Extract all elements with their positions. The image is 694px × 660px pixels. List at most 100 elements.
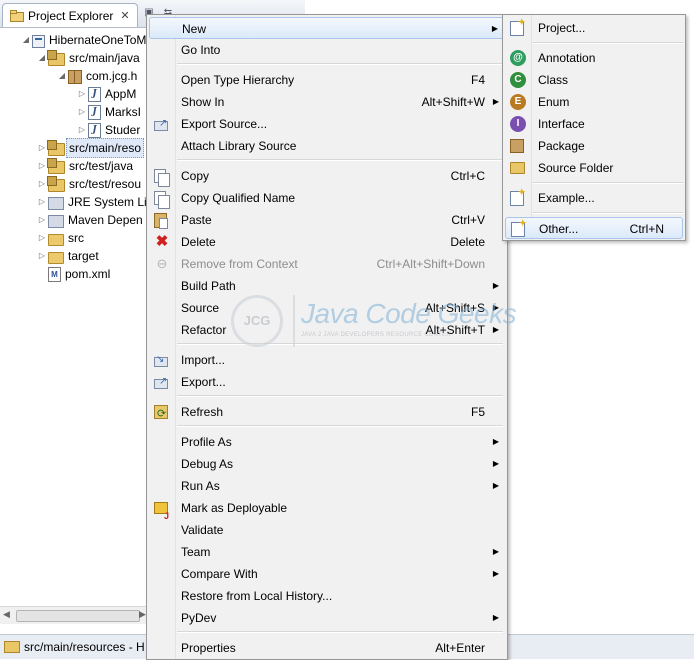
- menu-item-copy[interactable]: Copy Ctrl+C: [149, 165, 505, 187]
- tab-project-explorer[interactable]: Project Explorer ✕: [2, 3, 138, 27]
- menu-item-team[interactable]: Team ▶: [149, 541, 505, 563]
- submenu-item-class[interactable]: C Class: [505, 69, 683, 91]
- menu-item-copy-qualified-name[interactable]: Copy Qualified Name: [149, 187, 505, 209]
- tree-item-pom[interactable]: M pom.xml: [36, 265, 110, 283]
- collapse-arrow-icon[interactable]: ◢: [56, 67, 68, 85]
- menu-item-paste[interactable]: Paste Ctrl+V: [149, 209, 505, 231]
- menu-item-open-type-hierarchy[interactable]: Open Type Hierarchy F4: [149, 69, 505, 91]
- remove-from-context-icon: ⊖: [156, 256, 168, 271]
- submenu-item-source-folder[interactable]: Source Folder: [505, 157, 683, 179]
- menu-item-label: Run As: [181, 479, 220, 493]
- submenu-item-project[interactable]: Project...: [505, 14, 683, 39]
- menu-item-profile-as[interactable]: Profile As ▶: [149, 431, 505, 453]
- expand-arrow-icon[interactable]: ▷: [76, 121, 88, 139]
- menu-item-refactor[interactable]: Refactor Alt+Shift+T ▶: [149, 319, 505, 341]
- tree-item-jre-library[interactable]: ▷ JRE System Li: [36, 193, 147, 211]
- source-folder-icon: [47, 140, 65, 156]
- menu-item-restore-from-local-history[interactable]: Restore from Local History...: [149, 585, 505, 607]
- menu-item-export-source[interactable]: Export Source...: [149, 113, 505, 135]
- tree-item-java-file[interactable]: ▷ J AppM: [76, 85, 136, 103]
- tree-item-label: pom.xml: [65, 267, 111, 281]
- menu-item-attach-library-source[interactable]: Attach Library Source: [149, 135, 505, 157]
- menu-item-export[interactable]: Export...: [149, 371, 505, 393]
- menu-item-build-path[interactable]: Build Path ▶: [149, 275, 505, 297]
- menu-item-refresh[interactable]: Refresh F5: [149, 401, 505, 425]
- tree-item-src-test-resources[interactable]: ▷ src/test/resou: [36, 175, 141, 193]
- tree-item-label: src/main/reso: [66, 138, 145, 158]
- expand-arrow-icon[interactable]: ▷: [36, 247, 48, 265]
- menu-item-properties[interactable]: Properties Alt+Enter: [149, 637, 505, 659]
- scrollbar-thumb[interactable]: [16, 610, 140, 622]
- submenu-item-interface[interactable]: I Interface: [505, 113, 683, 135]
- tree-item-src-main-resources[interactable]: ▷ src/main/reso: [36, 138, 145, 158]
- scroll-left-icon[interactable]: ◀: [3, 609, 10, 620]
- menu-item-mark-as-deployable[interactable]: Mark as Deployable: [149, 497, 505, 527]
- submenu-item-enum[interactable]: E Enum: [505, 91, 683, 113]
- new-submenu: Project... @ Annotation C Class E Enum I…: [502, 14, 686, 241]
- menu-separator: [177, 63, 503, 65]
- package-icon: [510, 139, 524, 153]
- menu-separator: [533, 42, 683, 44]
- menu-item-label: Open Type Hierarchy: [181, 73, 295, 87]
- new-project-icon: [510, 14, 526, 36]
- tree-item-src[interactable]: ▷ src: [36, 229, 84, 247]
- submenu-item-label: Other...: [539, 222, 579, 236]
- menu-item-label: New: [182, 22, 207, 36]
- menu-separator: [533, 182, 683, 184]
- menu-item-pydev[interactable]: PyDev ▶: [149, 607, 505, 629]
- tree-item-src-test-java[interactable]: ▷ src/test/java: [36, 157, 133, 175]
- submenu-item-package[interactable]: Package: [505, 135, 683, 157]
- expand-arrow-icon[interactable]: ▷: [76, 85, 88, 103]
- menu-item-label: Validate: [181, 523, 224, 537]
- submenu-arrow-icon: ▶: [492, 459, 499, 468]
- status-text: src/main/resources - H: [24, 640, 145, 654]
- submenu-item-other[interactable]: Other... Ctrl+N: [505, 215, 683, 239]
- menu-item-shortcut: Delete: [450, 235, 485, 249]
- menu-item-debug-as[interactable]: Debug As ▶: [149, 453, 505, 475]
- source-folder-icon: [47, 158, 65, 174]
- menu-item-validate[interactable]: Validate: [149, 519, 505, 541]
- tree-item-package[interactable]: ◢ com.jcg.h: [56, 67, 137, 85]
- submenu-arrow-icon: ▶: [492, 481, 499, 490]
- collapse-arrow-icon[interactable]: ◢: [20, 31, 32, 49]
- export-icon: [154, 371, 168, 393]
- menu-item-new[interactable]: New ▶: [149, 17, 505, 39]
- menu-item-run-as[interactable]: Run As ▶: [149, 475, 505, 497]
- expand-arrow-icon[interactable]: ▷: [36, 193, 48, 211]
- menu-item-delete[interactable]: ✖ Delete Delete: [149, 231, 505, 253]
- tree-item-project[interactable]: ◢ HibernateOneToM: [20, 31, 146, 49]
- menu-item-shortcut: Alt+Enter: [435, 641, 485, 655]
- submenu-item-label: Project...: [538, 21, 586, 35]
- folder-icon: [48, 233, 64, 246]
- submenu-item-label: Source Folder: [538, 161, 614, 175]
- tree-item-java-file[interactable]: ▷ J MarksI: [76, 103, 141, 121]
- tree-item-target[interactable]: ▷ target: [36, 247, 99, 265]
- scroll-right-icon[interactable]: ▶: [139, 609, 146, 620]
- menu-separator: [177, 631, 503, 633]
- submenu-arrow-icon: ▶: [492, 325, 499, 334]
- menu-item-go-into[interactable]: Go Into: [149, 39, 505, 61]
- expand-arrow-icon[interactable]: ▷: [36, 211, 48, 229]
- expand-arrow-icon[interactable]: ▷: [76, 103, 88, 121]
- submenu-item-annotation[interactable]: @ Annotation: [505, 47, 683, 69]
- paste-icon: [154, 213, 168, 229]
- submenu-item-example[interactable]: Example...: [505, 184, 683, 209]
- menu-item-label: Attach Library Source: [181, 139, 297, 153]
- tree-item-src-main-java[interactable]: ◢ src/main/java: [36, 49, 140, 67]
- expand-arrow-icon[interactable]: ▷: [36, 229, 48, 247]
- menu-item-source[interactable]: Source Alt+Shift+S ▶: [149, 297, 505, 319]
- submenu-item-shortcut: Ctrl+N: [629, 222, 664, 236]
- menu-item-compare-with[interactable]: Compare With ▶: [149, 563, 505, 585]
- tree-item-java-file[interactable]: ▷ J Studer: [76, 121, 140, 139]
- menu-item-import[interactable]: Import...: [149, 349, 505, 371]
- library-icon: [48, 197, 64, 210]
- source-folder-icon: [47, 176, 65, 192]
- deployable-icon: [154, 502, 169, 527]
- tree-item-maven-deps[interactable]: ▷ Maven Depen: [36, 211, 143, 229]
- submenu-arrow-icon: ▶: [492, 303, 499, 312]
- menu-item-label: Paste: [181, 213, 212, 227]
- close-icon[interactable]: ✕: [120, 9, 129, 22]
- menu-item-show-in[interactable]: Show In Alt+Shift+W ▶: [149, 91, 505, 113]
- submenu-item-label: Example...: [538, 191, 595, 205]
- menu-item-label: Go Into: [181, 43, 221, 57]
